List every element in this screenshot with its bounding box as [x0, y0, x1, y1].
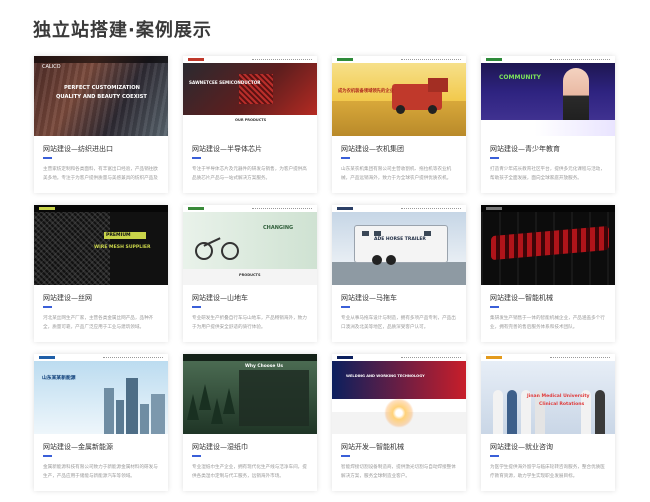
title-accent-bar — [192, 455, 201, 457]
title-accent-bar — [43, 157, 52, 159]
thumb-headline: ADE HORSE TRAILER — [374, 237, 426, 242]
title-accent-bar — [192, 306, 201, 308]
case-title: 网站建设—丝网 — [43, 294, 92, 302]
case-grid: CALICO PERFECT CUSTOMIZATION QUALITY AND… — [34, 56, 619, 491]
chip-graphic — [239, 74, 273, 104]
case-title: 网站建设—农机集团 — [341, 145, 404, 153]
case-thumbnail: CHANGING PRODUCTS — [183, 205, 317, 285]
case-description: 主营家纺定制和各类面料，有丰富出口经验，产品销往欧美多地。专注于为客户提供质量与… — [43, 167, 158, 181]
thumb-headline: PREMIUM — [106, 233, 131, 238]
case-thumbnail: 山东某某新能源 — [34, 354, 168, 434]
thumb-section: PRODUCTS — [239, 273, 261, 277]
title-accent-bar — [192, 157, 201, 159]
case-description: 专业研发生产折叠自行车与山地车，产品畅销海外，致力于为用户提供安全舒适的骑行体验… — [192, 316, 307, 330]
case-title: 网站建设—马拖车 — [341, 294, 397, 302]
title-accent-bar — [43, 306, 52, 308]
case-thumbnail — [481, 205, 615, 285]
thumb-headline: COMMUNITY — [499, 74, 542, 81]
case-thumbnail: Jinan Medical University Clinical Rotati… — [481, 354, 615, 434]
thumb-subheadline: Clinical Rotations — [539, 402, 585, 407]
thumb-subheadline: WIRE MESH SUPPLIER — [94, 245, 151, 250]
thumb-logo: CALICO — [42, 64, 61, 70]
thumb-headline: PERFECT CUSTOMIZATION — [64, 85, 140, 91]
thumb-section: OUR PRODUCTS — [235, 118, 267, 122]
case-thumbnail: PREMIUM WIRE MESH SUPPLIER — [34, 205, 168, 285]
case-title: 网站建设—湿纸巾 — [192, 443, 248, 451]
case-card[interactable]: PREMIUM WIRE MESH SUPPLIER 网站建设—丝网 河北某丝网… — [34, 205, 168, 342]
case-card[interactable]: CALICO PERFECT CUSTOMIZATION QUALITY AND… — [34, 56, 168, 193]
case-card[interactable]: ADE HORSE TRAILER 网站建设—马拖车 专业从事马拖车设计与制造，… — [332, 205, 466, 342]
group-photo — [493, 390, 503, 434]
thumb-subheadline: QUALITY AND BEAUTY COEXIST — [56, 94, 147, 100]
case-description: 山东某农机集团有限公司主营收割机、拖拉机等农业机械，产品远销海外，致力于为全球农… — [341, 167, 452, 181]
case-description: 专业湿纸巾生产企业，拥有现代化生产线与洁净车间，提供各类湿巾定制与代工服务，远销… — [192, 465, 307, 479]
title-accent-bar — [341, 455, 350, 457]
case-thumbnail: SAWNETCEE SEMICONDUCTOR OUR PRODUCTS — [183, 56, 317, 136]
title-accent-bar — [490, 455, 499, 457]
case-card[interactable]: COMMUNITY 网站建设—青少年教育 打造青少年成长教育社区平台，提供多元化… — [481, 56, 615, 193]
case-description: 打造青少年成长教育社区平台，提供多元化课程与活动，帮助孩子全面发展，面向全球家庭… — [490, 167, 605, 181]
case-thumbnail: WELDING AND WORKING TECHNOLOGY — [332, 354, 466, 434]
case-thumbnail: Why Choose Us — [183, 354, 317, 434]
case-thumbnail: 成为农机装备领域领先的企业 — [332, 56, 466, 136]
case-description: 为医学生提供海外留学与临床轮转咨询服务，整合优质医疗教育资源，助力学生实现职业发… — [490, 465, 605, 479]
case-title: 网站建设—智能机械 — [490, 294, 553, 302]
case-title: 网站建设—就业咨询 — [490, 443, 553, 451]
case-card[interactable]: 网站建设—智能机械 集研发生产销售于一体的智能机械企业，产品涵盖多个行业，拥有完… — [481, 205, 615, 342]
case-thumbnail: COMMUNITY — [481, 56, 615, 136]
thumb-headline: 山东某某新能源 — [42, 376, 76, 381]
case-description: 金属新能源科技有限公司致力于新能源金属材料的研发与生产，产品应用于储能与新能源汽… — [43, 465, 158, 479]
case-card[interactable]: Why Choose Us 网站建设—湿纸巾 专业湿纸巾生产企业，拥有现代化生产… — [183, 354, 317, 491]
title-accent-bar — [490, 157, 499, 159]
case-description: 集研发生产销售于一体的智能机械企业，产品涵盖多个行业，拥有完善的售后服务体系和技… — [490, 316, 605, 330]
case-title: 网站建设—金属新能源 — [43, 443, 113, 451]
thumb-headline: WELDING AND WORKING TECHNOLOGY — [346, 374, 425, 378]
thumb-logo: SAWNETCEE SEMICONDUCTOR — [189, 80, 261, 85]
case-description: 智能焊接切割设备制造商，提供激光切割与自动焊接整体解决方案，服务全球制造业客户。 — [341, 465, 456, 479]
title-accent-bar — [43, 455, 52, 457]
case-thumbnail: ADE HORSE TRAILER — [332, 205, 466, 285]
case-description: 河北某丝网生产厂家，主营各类金属丝网产品，品种齐全，质量可靠，产品广泛应用于工业… — [43, 316, 154, 330]
case-title: 网站建设—青少年教育 — [490, 145, 560, 153]
case-title: 网站开发—智能机械 — [341, 443, 404, 451]
case-title: 网站建设—纺织进出口 — [43, 145, 113, 153]
case-card[interactable]: 山东某某新能源 网站建设—金属新能源 金属新能源科技有限公司致力于新能源金属材料… — [34, 354, 168, 491]
case-card[interactable]: CHANGING PRODUCTS 网站建设—山地车 专业研发生产折叠自行车与山… — [183, 205, 317, 342]
title-accent-bar — [490, 306, 499, 308]
thumb-headline: Jinan Medical University — [527, 394, 590, 399]
spark-graphic — [384, 398, 414, 428]
case-description: 专注于半导体芯片及元器件的研发与销售，为客户提供高品质芯片产品与一站式解决方案服… — [192, 167, 307, 181]
case-description: 专业从事马拖车设计与制造，拥有多项产品专利，产品出口澳洲及北美等地区，品质深受客… — [341, 316, 456, 330]
case-title: 网站建设—山地车 — [192, 294, 248, 302]
title-accent-bar — [341, 157, 350, 159]
case-card[interactable]: 成为农机装备领域领先的企业 网站建设—农机集团 山东某农机集团有限公司主营收割机… — [332, 56, 466, 193]
thumb-headline: Why Choose Us — [245, 364, 284, 369]
title-accent-bar — [341, 306, 350, 308]
case-card[interactable]: SAWNETCEE SEMICONDUCTOR OUR PRODUCTS 网站建… — [183, 56, 317, 193]
case-card[interactable]: WELDING AND WORKING TECHNOLOGY 网站开发—智能机械… — [332, 354, 466, 491]
page-title: 独立站搭建·案例展示 — [33, 20, 212, 41]
case-card[interactable]: Jinan Medical University Clinical Rotati… — [481, 354, 615, 491]
tree-graphic — [187, 394, 199, 420]
case-thumbnail: CALICO PERFECT CUSTOMIZATION QUALITY AND… — [34, 56, 168, 136]
building-graphic — [104, 388, 114, 434]
thumb-headline: CHANGING — [263, 225, 294, 231]
case-title: 网站建设—半导体芯片 — [192, 145, 262, 153]
thumb-headline: 成为农机装备领域领先的企业 — [338, 89, 394, 94]
